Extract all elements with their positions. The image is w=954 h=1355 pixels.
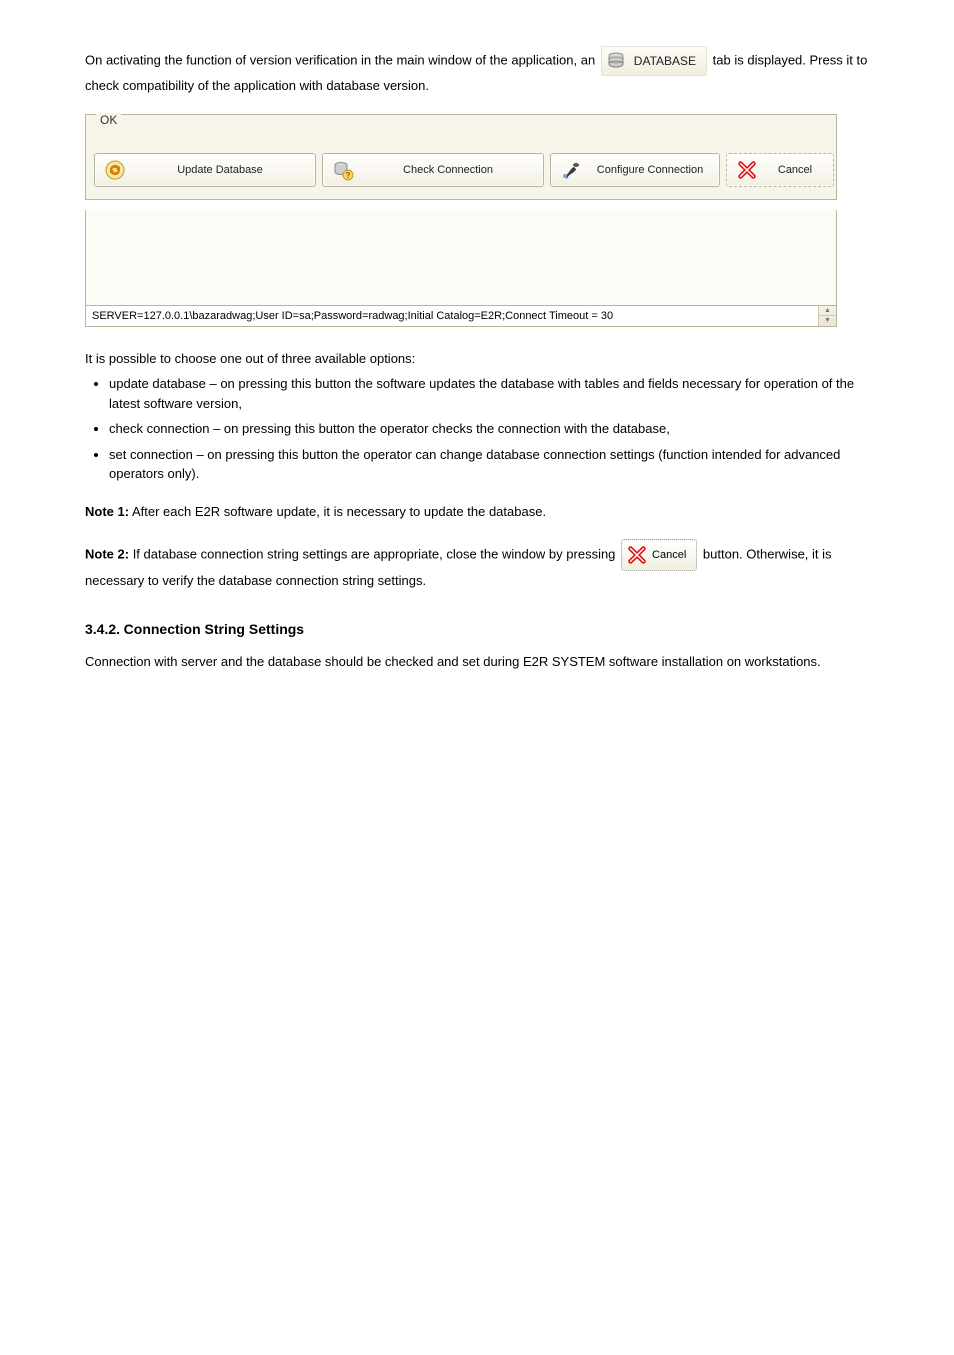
configure-connection-button[interactable]: Configure Connection — [550, 153, 720, 187]
panel-blank-area — [85, 210, 837, 306]
list-item: set connection – on pressing this button… — [109, 445, 869, 484]
note-1: Note 1: After each E2R software update, … — [85, 502, 869, 522]
update-icon — [103, 158, 127, 182]
inline-cancel-button[interactable]: Cancel — [621, 539, 697, 571]
cancel-label: Cancel — [765, 164, 825, 176]
note-2: Note 2: If database connection string se… — [85, 539, 869, 591]
options-list: update database – on pressing this butto… — [109, 374, 869, 484]
connection-string-row: ▲ ▼ — [85, 306, 837, 327]
note2-label: Note 2: — [85, 546, 129, 561]
database-tab-label: DATABASE — [634, 52, 696, 70]
options-intro: It is possible to choose one out of thre… — [85, 349, 869, 369]
configure-connection-label: Configure Connection — [589, 164, 711, 176]
check-connection-button[interactable]: ? Check Connection — [322, 153, 544, 187]
connection-string-input[interactable] — [86, 306, 818, 326]
database-panel: OK Update Database ? Check Co — [85, 114, 837, 200]
cancel-icon — [626, 544, 648, 566]
note1-label: Note 1: — [85, 504, 129, 519]
para1a: On activating the function of version ve… — [85, 52, 599, 67]
cancel-button[interactable]: Cancel — [726, 153, 834, 187]
section-heading: 3.4.2. Connection String Settings — [85, 619, 869, 640]
inline-cancel-label: Cancel — [652, 547, 686, 564]
database-tab-button[interactable]: DATABASE — [601, 46, 707, 76]
panel-title: OK — [96, 113, 121, 127]
check-connection-label: Check Connection — [361, 164, 535, 176]
update-database-button[interactable]: Update Database — [94, 153, 316, 187]
spinner-down-icon[interactable]: ▼ — [819, 316, 836, 326]
section-number: 3.4.2. — [85, 621, 120, 637]
check-connection-icon: ? — [331, 158, 355, 182]
final-paragraph: Connection with server and the database … — [85, 652, 869, 672]
note1-text: After each E2R software update, it is ne… — [132, 504, 546, 519]
spinner[interactable]: ▲ ▼ — [818, 306, 836, 326]
cancel-icon — [735, 158, 759, 182]
spinner-up-icon[interactable]: ▲ — [819, 306, 836, 317]
note2-text-a: If database connection string settings a… — [133, 546, 619, 561]
list-item: check connection – on pressing this butt… — [109, 419, 869, 439]
list-item: update database – on pressing this butto… — [109, 374, 869, 413]
section-title: Connection String Settings — [124, 621, 304, 637]
configure-icon — [559, 158, 583, 182]
update-database-label: Update Database — [133, 164, 307, 176]
paragraph-db-tab: On activating the function of version ve… — [85, 46, 869, 96]
svg-text:?: ? — [346, 171, 351, 180]
database-icon — [604, 49, 628, 73]
